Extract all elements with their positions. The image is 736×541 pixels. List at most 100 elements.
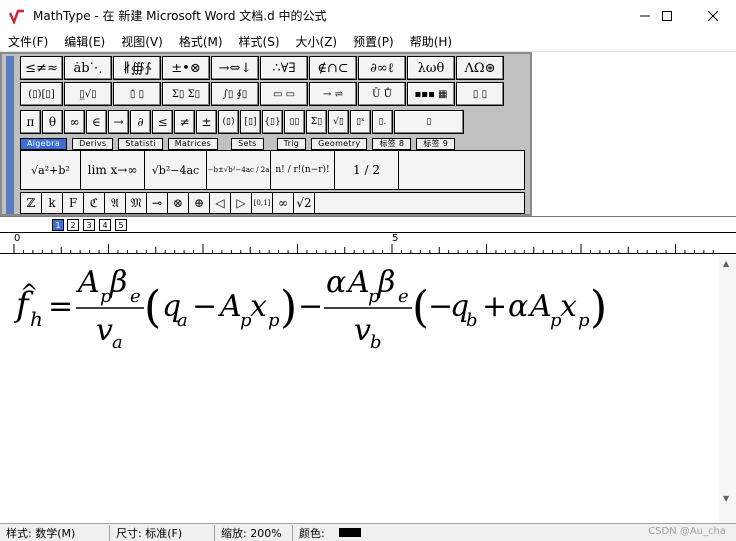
equation[interactable]: f ^ h = A p β e v a ( q a − A p x p ) − … [12, 260, 632, 360]
sets-palette-button[interactable]: ∉∩⊂ [309, 56, 357, 80]
status-bar: 样式: 数学(M) 尺寸: 标准(F) 缩放: 200% 颜色: [0, 523, 736, 541]
brackets-button[interactable]: [▯] [240, 110, 261, 134]
tab-trig[interactable]: Trig [276, 138, 307, 150]
not-equal-button[interactable]: ≠ [174, 110, 195, 134]
template-one-half[interactable]: 1 / 2 [335, 151, 399, 189]
infinity-button[interactable]: ∞ [64, 110, 85, 134]
close-button[interactable] [690, 0, 736, 31]
fences-palette-button[interactable]: (▯)[▯] [20, 82, 63, 106]
tab-statistics[interactable]: Statisti [118, 138, 163, 150]
subscript-button[interactable]: ▯. [372, 110, 393, 134]
right-arrow-button[interactable]: → [108, 110, 129, 134]
scroll-up-arrow-icon[interactable]: ▲ [723, 259, 729, 268]
tab-algebra[interactable]: Algebra [20, 138, 68, 150]
subscripts-palette-button[interactable]: ▯̇ ▯ [113, 82, 161, 106]
summations-palette-button[interactable]: Σ▯ Σ▯ [162, 82, 210, 106]
eq-lparen-1: ( [144, 282, 161, 333]
k-symbol-button[interactable]: k [42, 193, 63, 213]
size-button-1[interactable]: 1 [52, 219, 64, 231]
oplus-symbol-button[interactable]: ⊕ [189, 193, 210, 213]
relations-palette-button[interactable]: ≤≠≈ [20, 56, 63, 80]
matrices-palette-button[interactable]: ▪▪▪ ▦ [407, 82, 455, 106]
parentheses-button[interactable]: (▯) [218, 110, 239, 134]
logic-palette-button[interactable]: ∴∀∃ [260, 56, 308, 80]
eq-equals: = [48, 289, 73, 324]
left-triangle-symbol-button[interactable]: ◁ [210, 193, 231, 213]
right-triangle-symbol-button[interactable]: ▷ [231, 193, 252, 213]
theta-button[interactable]: θ [42, 110, 63, 134]
template-limit[interactable]: lim x→∞ [81, 151, 145, 189]
integrals-palette-button[interactable]: ∫▯ ∮▯ [211, 82, 259, 106]
sum-button[interactable]: Σ▯ [306, 110, 327, 134]
tab-matrices[interactable]: Matrices [167, 138, 219, 150]
f-symbol-button[interactable]: F [63, 193, 84, 213]
empty-slot-button[interactable]: ▯ [394, 110, 464, 134]
tab-sets[interactable]: Sets [231, 138, 264, 150]
size-button-2[interactable]: 2 [67, 219, 79, 231]
otimes-symbol-button[interactable]: ⊗ [168, 193, 189, 213]
template-discriminant[interactable]: √b²−4ac [145, 151, 207, 189]
greek-upper-palette-button[interactable]: ΛΩ⊛ [456, 56, 504, 80]
m-fraktur-symbol-button[interactable]: 𝔐 [126, 193, 147, 213]
arrows-palette-button[interactable]: →⇔↓ [211, 56, 259, 80]
tab-8[interactable]: 标签 8 [372, 138, 412, 150]
sqrt-button[interactable]: √▯ [328, 110, 349, 134]
size-button-3[interactable]: 3 [83, 219, 95, 231]
partial-button[interactable]: ∂ [130, 110, 151, 134]
toolbar-grip-handle[interactable] [6, 56, 14, 214]
superscript-button[interactable]: ▯ˣ [350, 110, 371, 134]
template-quadratic-formula[interactable]: −b±√b²−4ac / 2a [207, 151, 271, 189]
tab-derivs[interactable]: Derivs [72, 138, 114, 150]
infinity-symbol-button[interactable]: ∞ [273, 193, 294, 213]
c-fraktur-symbol-button[interactable]: ℭ [84, 193, 105, 213]
fractions-radicals-palette-button[interactable]: ▯̲√▯ [64, 82, 112, 106]
embellishments-palette-button[interactable]: ∦∰∱ [113, 56, 161, 80]
products-palette-button[interactable]: Ū Ů [358, 82, 406, 106]
fraction-button[interactable]: ▯▯ [284, 110, 305, 134]
braces-button[interactable]: {▯} [262, 110, 283, 134]
mathtype-logo-icon [9, 9, 24, 24]
operators-palette-button[interactable]: ±•⊗ [162, 56, 210, 80]
eq-frac1-v: v [96, 313, 113, 348]
menu-preferences[interactable]: 预置(P) [345, 33, 402, 50]
integers-symbol-button[interactable]: ℤ [21, 193, 42, 213]
color-swatch [338, 528, 361, 537]
maximize-button[interactable] [644, 0, 690, 31]
less-equal-button[interactable]: ≤ [152, 110, 173, 134]
template-pythagoras[interactable]: √a²+b² [21, 151, 81, 189]
bars-palette-button[interactable]: ▭ ▭ [260, 82, 308, 106]
menu-style[interactable]: 样式(S) [231, 33, 288, 50]
eq-q2-b: b [466, 310, 478, 331]
menu-format[interactable]: 格式(M) [171, 33, 231, 50]
scroll-down-arrow-icon[interactable]: ▼ [723, 494, 729, 503]
boxes-palette-button[interactable]: ▯ ▯ [456, 82, 504, 106]
multimap-symbol-button[interactable]: ⊸ [147, 193, 168, 213]
labeled-arrows-palette-button[interactable]: → ⇌ [309, 82, 357, 106]
eq-plus: + [482, 289, 507, 324]
ruler[interactable]: 0 5 [0, 232, 736, 254]
plus-minus-button[interactable]: ± [196, 110, 217, 134]
element-of-button[interactable]: ∈ [86, 110, 107, 134]
size-buttons-row: 1 2 3 4 5 [0, 216, 736, 232]
menu-view[interactable]: 视图(V) [113, 33, 171, 50]
greek-lower-palette-button[interactable]: λωθ [407, 56, 455, 80]
expression-templates-row: √a²+b² lim x→∞ √b²−4ac −b±√b²−4ac / 2a n… [20, 150, 525, 190]
spaces-ellipses-palette-button[interactable]: ȧb⋱ [64, 56, 112, 80]
size-button-4[interactable]: 4 [99, 219, 111, 231]
size-button-5[interactable]: 5 [115, 219, 127, 231]
pi-button[interactable]: π [20, 110, 41, 134]
tab-geometry[interactable]: Geometry [311, 138, 368, 150]
template-combination[interactable]: n! / r!(n−r)! [271, 151, 335, 189]
menu-help[interactable]: 帮助(H) [402, 33, 460, 50]
tab-9[interactable]: 标签 9 [416, 138, 456, 150]
interval-symbol-button[interactable]: [0,1] [252, 193, 273, 213]
misc-symbols-palette-button[interactable]: ∂∞ℓ [358, 56, 406, 80]
eq-hat: ^ [20, 281, 38, 306]
menu-size[interactable]: 大小(Z) [288, 33, 346, 50]
sqrt2-symbol-button[interactable]: √2 [294, 193, 315, 213]
menu-file[interactable]: 文件(F) [0, 33, 56, 50]
menu-edit[interactable]: 编辑(E) [56, 33, 113, 50]
eq-rparen-2: ) [590, 282, 607, 333]
vertical-scrollbar[interactable]: ▲ ▼ [719, 255, 736, 523]
a-fraktur-symbol-button[interactable]: 𝔄 [105, 193, 126, 213]
